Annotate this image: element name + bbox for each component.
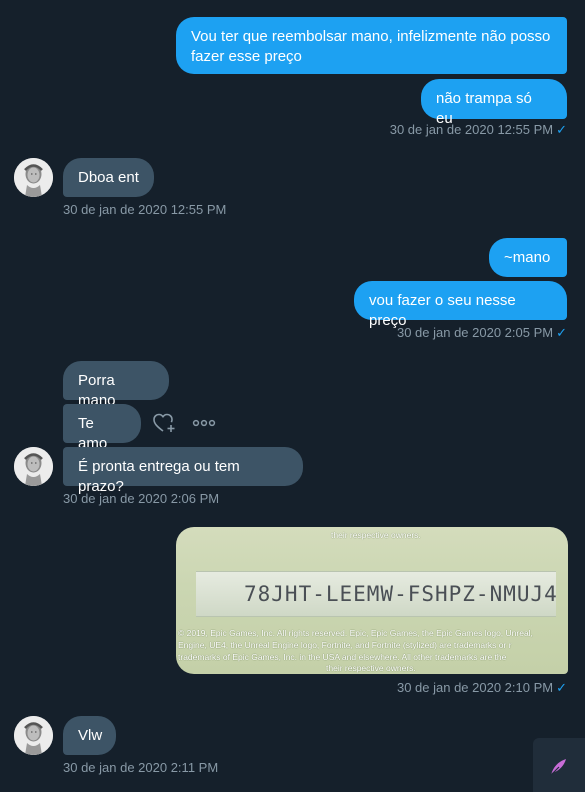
- message-text: Dboa ent: [78, 169, 139, 186]
- read-check-icon: ✓: [556, 680, 567, 695]
- message-bubble-incoming[interactable]: É pronta entrega ou tem prazo?: [63, 447, 303, 495]
- avatar[interactable]: [14, 716, 53, 755]
- redeem-code: 78JHT-LEEMW-FSHPZ-NMUJ4: [244, 582, 558, 606]
- more-button[interactable]: [192, 416, 216, 430]
- message-text: ~mano: [504, 249, 551, 266]
- more-icon: [192, 419, 216, 427]
- legal-line: their respective owners.: [326, 663, 416, 673]
- statue-avatar-icon: [14, 447, 53, 486]
- avatar[interactable]: [14, 158, 53, 197]
- message-timestamp: 30 de jan de 2020 12:55 PM ✓: [389, 122, 567, 137]
- message-text: Vou ter que reembolsar mano, infelizment…: [191, 28, 551, 65]
- message-text: É pronta entrega ou tem prazo?: [78, 458, 240, 495]
- image-message[interactable]: their respective owners. 78JHT-LEEMW-FSH…: [176, 527, 568, 674]
- message-timestamp: 30 de jan de 2020 2:10 PM ✓: [396, 680, 567, 695]
- message-bubble-outgoing[interactable]: ~mano: [489, 238, 567, 277]
- legal-line: © 2019, Epic Games, Inc. All rights rese…: [178, 628, 533, 638]
- statue-avatar-icon: [14, 158, 53, 197]
- legal-line: Engine, UE4, the Unreal Engine logo, For…: [178, 640, 512, 650]
- message-timestamp: 30 de jan de 2020 12:55 PM: [63, 202, 227, 217]
- statue-avatar-icon: [14, 716, 53, 755]
- avatar[interactable]: [14, 447, 53, 486]
- message-bubble-incoming[interactable]: Te amo: [63, 404, 141, 452]
- message-timestamp: 30 de jan de 2020 2:11 PM: [63, 760, 219, 775]
- message-timestamp: 30 de jan de 2020 2:05 PM ✓: [396, 325, 567, 340]
- feather-icon: [549, 759, 566, 777]
- corner-widget[interactable]: [533, 738, 585, 792]
- message-timestamp: 30 de jan de 2020 2:06 PM: [63, 491, 220, 506]
- message-bubble-outgoing[interactable]: vou fazer o seu nesse preço: [354, 281, 567, 329]
- message-text: vou fazer o seu nesse preço: [369, 292, 516, 329]
- message-bubble-incoming[interactable]: Dboa ent: [63, 158, 154, 197]
- message-bubble-incoming[interactable]: Vlw: [63, 716, 116, 755]
- message-bubble-outgoing[interactable]: não trampa só eu: [421, 79, 567, 127]
- message-bubble-incoming[interactable]: Porra mano: [63, 361, 169, 409]
- read-check-icon: ✓: [556, 122, 567, 137]
- image-top-text: their respective owners.: [331, 530, 421, 540]
- heart-plus-icon: [153, 413, 175, 432]
- message-bubble-outgoing[interactable]: Vou ter que reembolsar mano, infelizment…: [176, 17, 567, 74]
- read-check-icon: ✓: [556, 325, 567, 340]
- like-button[interactable]: [152, 412, 176, 434]
- message-text: Vlw: [78, 727, 103, 744]
